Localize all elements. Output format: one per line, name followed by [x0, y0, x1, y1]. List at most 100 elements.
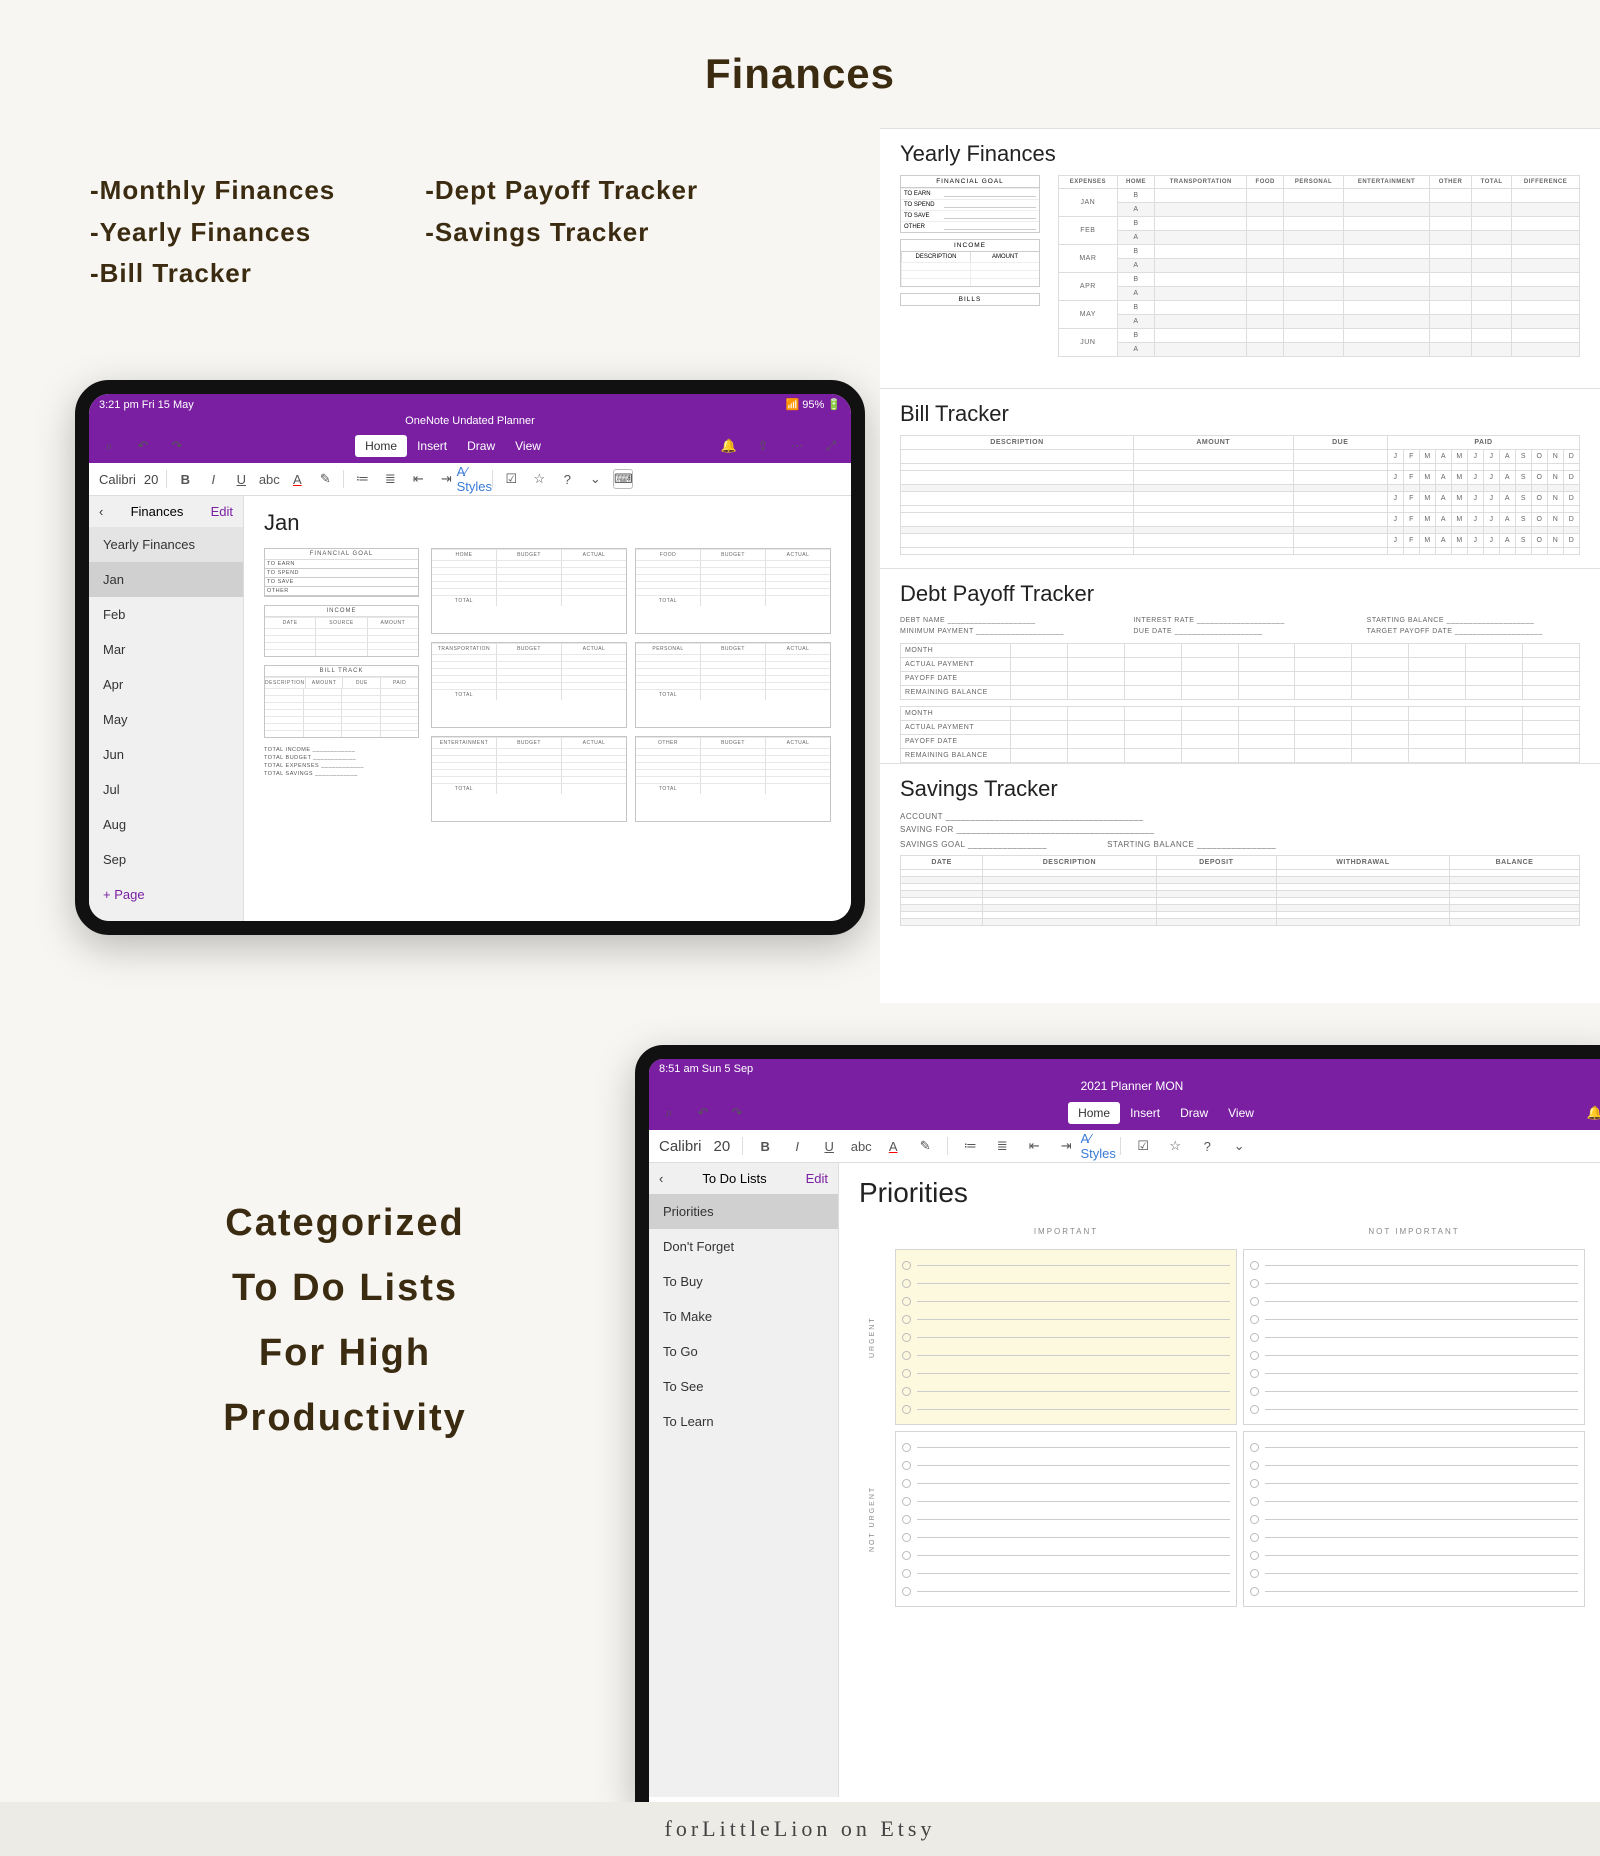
underline-icon[interactable]: U: [819, 1136, 839, 1156]
outdent-icon[interactable]: ⇤: [408, 469, 428, 489]
bullets-icon[interactable]: ≔: [960, 1136, 980, 1156]
styles-icon[interactable]: A⁄ Styles: [1088, 1136, 1108, 1156]
fullscreen-icon[interactable]: ⤢: [821, 436, 841, 456]
sidebar-item[interactable]: Don't Forget: [649, 1229, 838, 1264]
row-urgent: URGENT: [869, 1249, 889, 1425]
redo-icon[interactable]: ↷: [727, 1103, 747, 1123]
bullets-icon[interactable]: ≔: [352, 469, 372, 489]
ribbon-tab-draw[interactable]: Draw: [1170, 1102, 1218, 1124]
sidebar-item[interactable]: Jun: [89, 737, 243, 772]
ribbon-tab-view[interactable]: View: [505, 435, 551, 457]
status-bar: 3:21 pm Fri 15 May 📶 95% 🔋: [89, 394, 851, 415]
indent-icon[interactable]: ⇥: [436, 469, 456, 489]
yearly-expense-table: EXPENSESHOMETRANSPORTATIONFOODPERSONALEN…: [1058, 175, 1580, 357]
ribbon-tab-view[interactable]: View: [1218, 1102, 1264, 1124]
sidebar-item[interactable]: To Buy: [649, 1264, 838, 1299]
sidebar-title: To Do Lists: [702, 1171, 766, 1186]
format-toolbar: Calibri 20 B I U abc A ✎ ≔ ≣ ⇤ ⇥ A⁄ Styl…: [649, 1130, 1600, 1163]
search-icon[interactable]: ⌕: [659, 1103, 679, 1123]
highlight-icon[interactable]: ✎: [915, 1136, 935, 1156]
sidebar-item[interactable]: Mar: [89, 632, 243, 667]
question-icon[interactable]: ?: [557, 469, 577, 489]
more-format-icon[interactable]: ⌄: [585, 469, 605, 489]
bell-icon[interactable]: 🔔: [1585, 1103, 1600, 1123]
strike-icon[interactable]: abc: [259, 469, 279, 489]
indent-icon[interactable]: ⇥: [1056, 1136, 1076, 1156]
bold-icon[interactable]: B: [755, 1136, 775, 1156]
bullet-item: -Bill Tracker: [90, 253, 335, 295]
more-format-icon[interactable]: ⌄: [1229, 1136, 1249, 1156]
undo-icon[interactable]: ↶: [693, 1103, 713, 1123]
todo-icon[interactable]: ☑: [501, 469, 521, 489]
income-box: INCOME DATESOURCEAMOUNT: [264, 605, 419, 657]
sidebar-item[interactable]: To See: [649, 1369, 838, 1404]
styles-icon[interactable]: A⁄ Styles: [464, 469, 484, 489]
back-icon[interactable]: ‹: [99, 504, 103, 519]
todo-icon[interactable]: ☑: [1133, 1136, 1153, 1156]
tablet-todo: 8:51 am Sun 5 Sep 2021 Planner MON ⌕ ↶ ↷…: [635, 1045, 1600, 1805]
sidebar-item[interactable]: Aug: [89, 807, 243, 842]
outdent-icon[interactable]: ⇤: [1024, 1136, 1044, 1156]
font-size[interactable]: 20: [144, 472, 158, 487]
add-page-button[interactable]: + Page: [89, 877, 243, 912]
sidebar-item[interactable]: Priorities: [649, 1194, 838, 1229]
status-time: 3:21 pm Fri 15 May: [99, 399, 194, 411]
numbering-icon[interactable]: ≣: [992, 1136, 1012, 1156]
back-icon[interactable]: ‹: [659, 1171, 663, 1186]
numbering-icon[interactable]: ≣: [380, 469, 400, 489]
edit-button[interactable]: Edit: [211, 504, 233, 519]
ribbon-tab-home[interactable]: Home: [355, 435, 407, 457]
bullet-item: -Dept Payoff Tracker: [425, 170, 698, 212]
font-color-icon[interactable]: A: [287, 469, 307, 489]
star-icon[interactable]: ☆: [1165, 1136, 1185, 1156]
font-size[interactable]: 20: [714, 1138, 731, 1155]
mega-line: Productivity: [120, 1397, 570, 1440]
quad-2[interactable]: [1243, 1249, 1585, 1425]
quad-1[interactable]: [895, 1249, 1237, 1425]
sidebar-item[interactable]: Apr: [89, 667, 243, 702]
font-name[interactable]: Calibri: [659, 1138, 702, 1155]
box-title: INCOME: [901, 240, 1039, 252]
ribbon-tab-home[interactable]: Home: [1068, 1102, 1120, 1124]
ribbon-tab-insert[interactable]: Insert: [1120, 1102, 1170, 1124]
undo-icon[interactable]: ↶: [133, 436, 153, 456]
quad-3[interactable]: [895, 1431, 1237, 1607]
highlight-icon[interactable]: ✎: [315, 469, 335, 489]
panel-debt: Debt Payoff Tracker DEBT NAME __________…: [880, 568, 1600, 763]
star-icon[interactable]: ☆: [529, 469, 549, 489]
sidebar-item[interactable]: May: [89, 702, 243, 737]
sidebar-item[interactable]: Jul: [89, 772, 243, 807]
ribbon-tab-insert[interactable]: Insert: [407, 435, 457, 457]
panel-title: Debt Payoff Tracker: [900, 581, 1580, 607]
search-icon[interactable]: ⌕: [99, 436, 119, 456]
sidebar-item[interactable]: To Learn: [649, 1404, 838, 1439]
sidebar-section[interactable]: Yearly Finances: [89, 527, 243, 562]
italic-icon[interactable]: I: [203, 469, 223, 489]
italic-icon[interactable]: I: [787, 1136, 807, 1156]
sidebar-item[interactable]: Feb: [89, 597, 243, 632]
underline-icon[interactable]: U: [231, 469, 251, 489]
sidebar-item[interactable]: To Make: [649, 1299, 838, 1334]
sidebar-item[interactable]: Jan: [89, 562, 243, 597]
sidebar-item[interactable]: To Go: [649, 1334, 838, 1369]
bullet-columns: -Monthly Finances-Yearly Finances-Bill T…: [90, 170, 698, 295]
box-title: BILLS: [900, 293, 1040, 306]
quad-4[interactable]: [1243, 1431, 1585, 1607]
bullet-col-left: -Monthly Finances-Yearly Finances-Bill T…: [90, 170, 335, 295]
sidebar-item[interactable]: Sep: [89, 842, 243, 877]
question-icon[interactable]: ?: [1197, 1136, 1217, 1156]
redo-icon[interactable]: ↷: [167, 436, 187, 456]
font-name[interactable]: Calibri: [99, 472, 136, 487]
edit-button[interactable]: Edit: [806, 1171, 828, 1186]
font-color-icon[interactable]: A: [883, 1136, 903, 1156]
bell-icon[interactable]: 🔔: [719, 436, 739, 456]
category-grid: HOMEBUDGETACTUALTOTALFOODBUDGETACTUALTOT…: [431, 548, 831, 822]
more-icon[interactable]: ⋯: [787, 436, 807, 456]
strike-icon[interactable]: abc: [851, 1136, 871, 1156]
ribbon-tab-draw[interactable]: Draw: [457, 435, 505, 457]
bold-icon[interactable]: B: [175, 469, 195, 489]
page-heading: Priorities: [859, 1177, 1595, 1209]
share-icon[interactable]: ⇪: [753, 436, 773, 456]
keyboard-icon[interactable]: ⌨: [613, 469, 633, 489]
sidebar: ‹ To Do Lists Edit PrioritiesDon't Forge…: [649, 1163, 839, 1797]
